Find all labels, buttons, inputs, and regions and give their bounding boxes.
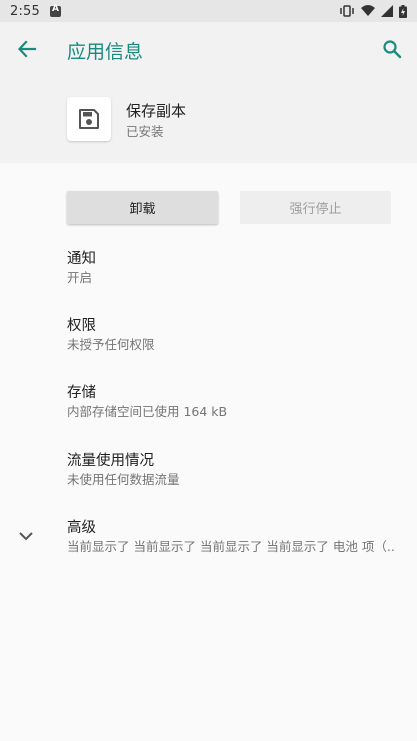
- pref-permissions[interactable]: 权限 未授予任何权限: [67, 317, 407, 353]
- pref-data-usage[interactable]: 流量使用情况 未使用任何数据流量: [67, 452, 407, 488]
- search-button[interactable]: [379, 36, 405, 62]
- status-time: 2:55: [10, 3, 40, 19]
- pref-title: 流量使用情况: [67, 453, 154, 469]
- app-icon: [67, 97, 111, 141]
- status-bar: 2:55: [0, 0, 417, 22]
- pref-summary: 内部存储空间已使用 164 kB: [67, 404, 228, 419]
- pref-title: 存储: [67, 385, 96, 401]
- uninstall-button[interactable]: 卸载: [67, 191, 218, 224]
- pref-summary: 当前显示了 当前显示了 当前显示了 当前显示了 电池 项（..: [67, 539, 395, 554]
- app-bar: 应用信息: [0, 22, 417, 76]
- status-icons: [339, 4, 407, 18]
- wifi-icon: [361, 5, 375, 16]
- app-header: 保存副本 已安装: [0, 76, 417, 163]
- app-install-status: 已安装: [126, 124, 164, 139]
- pref-title: 高级: [67, 520, 96, 536]
- chevron-down-icon: [19, 532, 33, 541]
- page-title: 应用信息: [67, 41, 144, 63]
- pref-title: 权限: [67, 318, 96, 334]
- battery-icon: [399, 4, 407, 18]
- pref-summary: 开启: [67, 270, 93, 285]
- signal-icon: [381, 5, 393, 17]
- pref-notifications[interactable]: 通知 开启: [67, 250, 407, 286]
- pref-summary: 未授予任何权限: [67, 337, 155, 352]
- pref-advanced[interactable]: 高级 当前显示了 当前显示了 当前显示了 当前显示了 电池 项（..: [67, 519, 407, 555]
- pref-title: 通知: [67, 251, 96, 267]
- pref-summary: 未使用任何数据流量: [67, 472, 180, 487]
- vibrate-icon: [340, 5, 354, 17]
- app-name: 保存副本: [126, 102, 187, 120]
- force-stop-button[interactable]: 强行停止: [240, 191, 391, 224]
- advanced-expand-button[interactable]: [15, 526, 37, 546]
- search-icon: [383, 40, 402, 59]
- notification-a-icon: [50, 4, 61, 17]
- pref-storage[interactable]: 存储 内部存储空间已使用 164 kB: [67, 384, 407, 420]
- back-button[interactable]: [14, 36, 40, 62]
- arrow-back-icon: [17, 40, 37, 58]
- save-icon: [79, 109, 99, 129]
